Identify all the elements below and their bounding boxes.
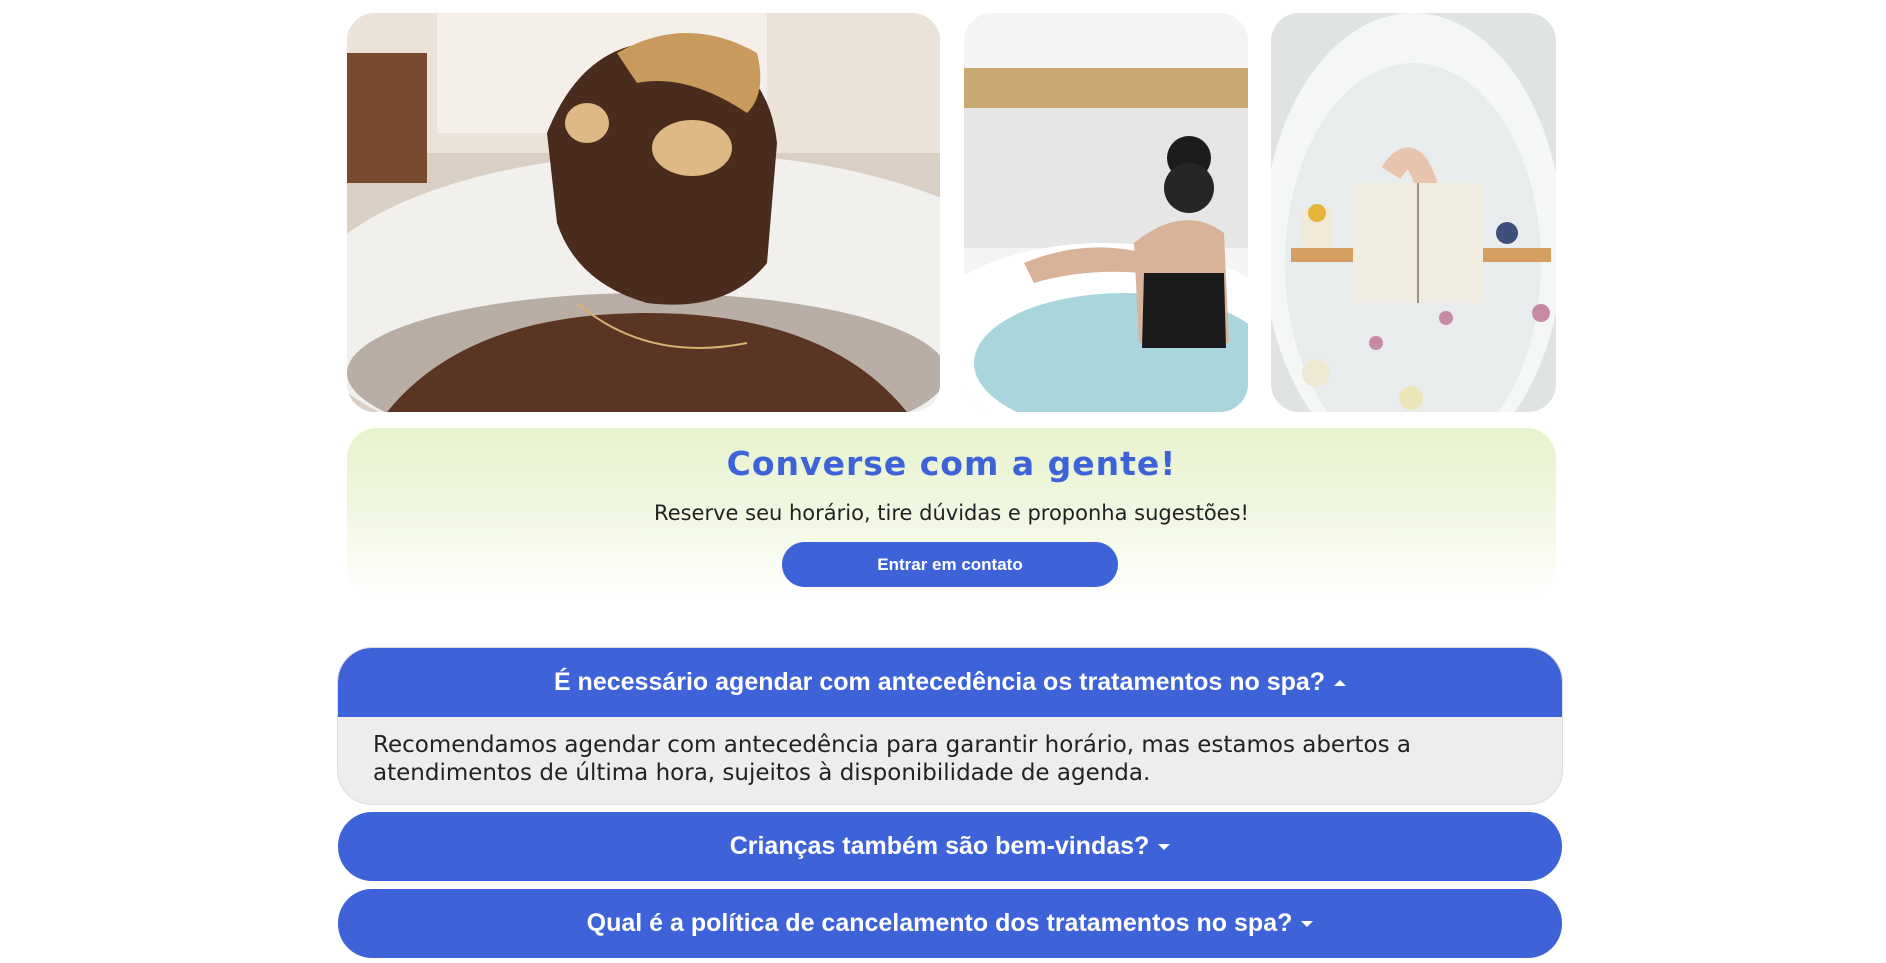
faq-question-text: Qual é a política de cancelamento dos tr… [586, 909, 1293, 937]
spa-photo-woman-hot-tub [964, 13, 1248, 412]
photo-bath-reading-book-flowers-icon [1271, 13, 1556, 412]
faq-question-toggle[interactable]: Crianças também são bem-vindas? [338, 812, 1562, 881]
photo-woman-hot-tub-lake-icon [964, 13, 1248, 412]
contact-title: Converse com a gente! [726, 444, 1177, 483]
caret-up-icon [1334, 679, 1347, 686]
contact-subtitle: Reserve seu horário, tire dúvidas e prop… [654, 501, 1249, 525]
spa-photo-man-bath [347, 13, 940, 412]
caret-down-icon [1301, 920, 1314, 927]
faq-question-text: É necessário agendar com antecedência os… [553, 668, 1326, 696]
faq-item: É necessário agendar com antecedência os… [338, 648, 1562, 804]
contact-button[interactable]: Entrar em contato [782, 542, 1118, 587]
photo-man-bath-eye-patches-icon [347, 13, 940, 412]
caret-down-icon [1158, 843, 1171, 850]
contact-section: Converse com a gente! Reserve seu horári… [347, 428, 1556, 598]
spa-photo-bath-reading [1271, 13, 1556, 412]
faq-question-toggle[interactable]: Qual é a política de cancelamento dos tr… [338, 889, 1562, 958]
faq-item: Crianças também são bem-vindas? [338, 812, 1562, 881]
faq-item: Qual é a política de cancelamento dos tr… [338, 889, 1562, 958]
faq-question-text: Crianças também são bem-vindas? [729, 832, 1150, 860]
faq-answer: Recomendamos agendar com antecedência pa… [373, 732, 1412, 786]
faq-question-toggle[interactable]: É necessário agendar com antecedência os… [338, 648, 1562, 717]
